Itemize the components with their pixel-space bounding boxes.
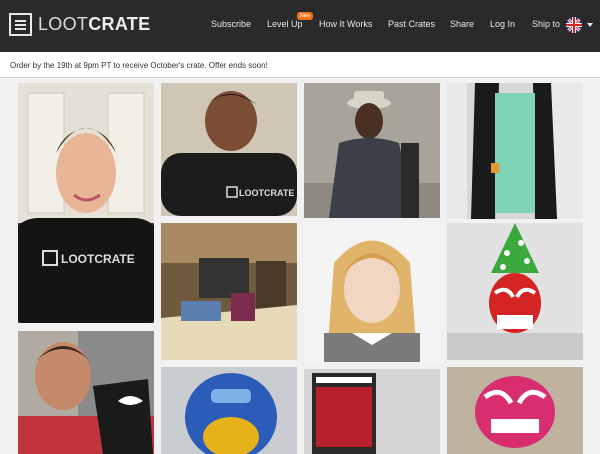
uk-flag-icon[interactable]	[566, 17, 582, 33]
nav-subscribe[interactable]: Subscribe	[211, 19, 251, 29]
crate-icon	[9, 13, 32, 36]
photo-tile[interactable]	[447, 83, 583, 219]
photo-tile[interactable]	[161, 367, 297, 454]
photo-tile[interactable]	[161, 223, 297, 360]
photo-tile[interactable]	[18, 331, 154, 454]
photo-tile[interactable]	[447, 223, 583, 360]
nav-how-it-works[interactable]: How It Works	[319, 19, 372, 29]
photo-tile[interactable]	[304, 369, 440, 454]
chevron-down-icon[interactable]	[587, 23, 593, 27]
nav-past-crates[interactable]: Past Crates	[388, 19, 435, 29]
promo-banner: Order by the 19th at 9pm PT to receive O…	[0, 52, 600, 78]
photo-tile[interactable]	[304, 223, 440, 362]
tshirt-logo-text: LOOTCRATE	[239, 188, 294, 198]
nav-ship-to[interactable]: Ship to	[532, 19, 560, 29]
photo-tile[interactable]: LOOTCRATE	[18, 83, 154, 323]
photo-tile[interactable]	[447, 367, 583, 454]
photo-tile[interactable]: LOOTCRATE	[161, 83, 297, 216]
nav-share[interactable]: Share	[450, 19, 474, 29]
promo-text: Order by the 19th at 9pm PT to receive O…	[10, 61, 268, 70]
tshirt-logo-text: LOOTCRATE	[61, 252, 135, 266]
top-navbar: LOOTCRATE Subscribe Level Up New How It …	[0, 0, 600, 52]
lootcrate-logo[interactable]: LOOTCRATE	[9, 13, 150, 36]
logo-wordmark: LOOTCRATE	[38, 14, 151, 34]
nav-log-in[interactable]: Log In	[490, 19, 515, 29]
nav-level-up[interactable]: Level Up	[267, 19, 303, 29]
photo-tile[interactable]	[304, 83, 440, 218]
new-badge: New	[297, 12, 314, 20]
